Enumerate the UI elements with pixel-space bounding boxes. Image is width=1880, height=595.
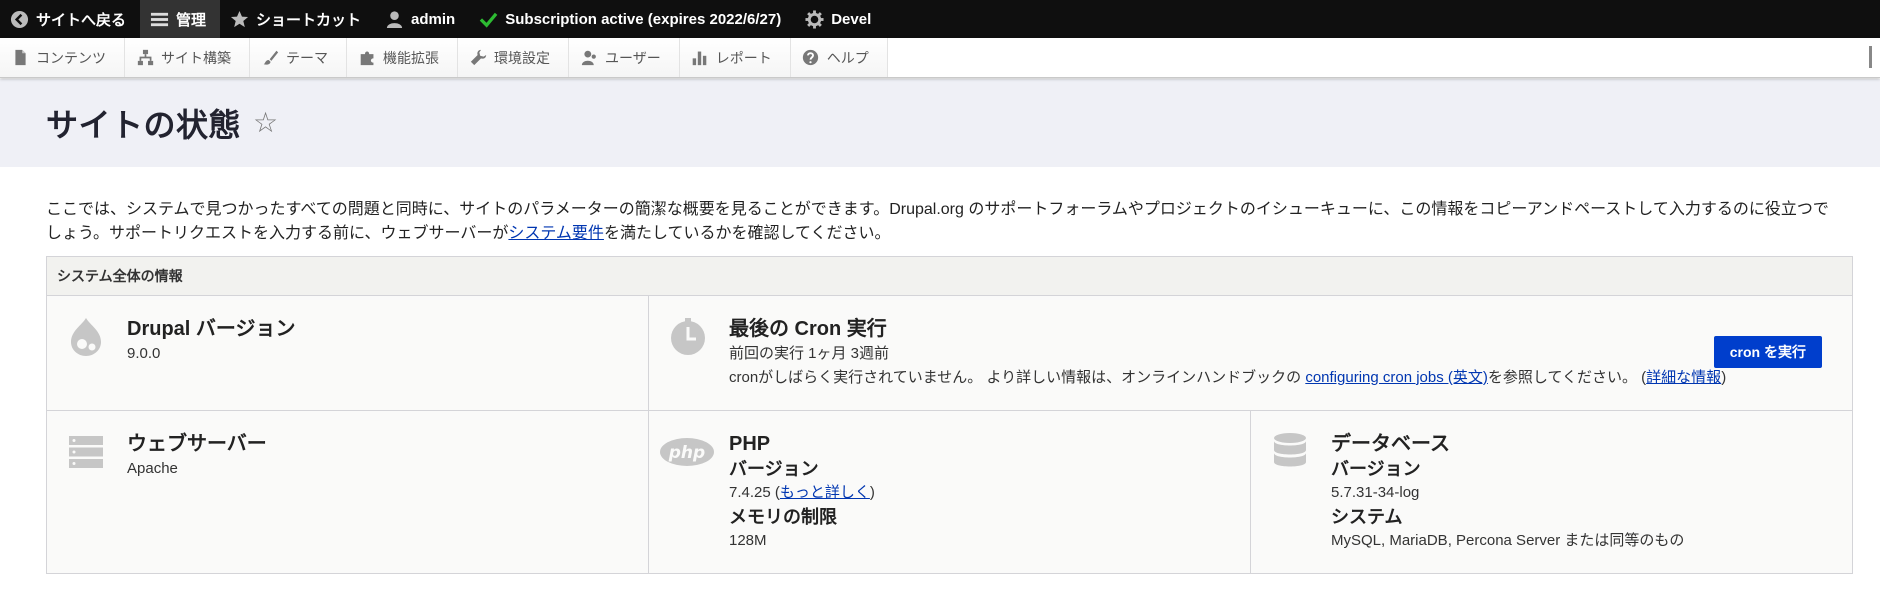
panel-title: システム全体の情報 — [47, 257, 1852, 296]
people-icon — [579, 48, 599, 68]
chevron-left-circle-icon — [8, 8, 30, 30]
info-row: Drupal バージョン 9.0.0 最後の Cron 実行 前回の実行 1ヶ月… — [47, 296, 1852, 411]
database-system-value: MySQL, MariaDB, Percona Server または同等のもの — [1331, 532, 1685, 549]
database-icon — [1269, 431, 1311, 473]
puzzle-icon — [357, 48, 377, 68]
main-content: ここでは、システムで見つかったすべての問題と同時に、サイトのパラメーターの簡潔な… — [0, 167, 1880, 574]
php-version-value: 7.4.25 (もっと詳しく) — [729, 481, 1230, 505]
tray-orientation-toggle[interactable] — [1869, 46, 1872, 68]
file-icon — [10, 48, 30, 68]
cron-item: 最後の Cron 実行 前回の実行 1ヶ月 3週前 cronがしばらく実行されて… — [648, 296, 1852, 410]
php-memory-label: メモリの制限 — [729, 507, 837, 527]
subscription-label: Subscription active (expires 2022/6/27) — [505, 10, 782, 28]
php-version-text: 7.4.25 ( — [729, 484, 780, 501]
tray-item-label: 機能拡張 — [383, 49, 439, 66]
bar-chart-icon — [690, 48, 710, 68]
php-item: php PHP バージョン 7.4.25 (もっと詳しく) メモリの制限 128… — [648, 411, 1250, 573]
sitemap-icon — [135, 48, 155, 68]
tray-item-reports[interactable]: レポート — [679, 38, 791, 77]
php-logo-icon: php — [659, 431, 715, 473]
server-icon — [65, 431, 107, 473]
general-info-panel: システム全体の情報 Drupal バージョン 9.0.0 最後の Cron 実行… — [46, 256, 1853, 574]
run-cron-button[interactable]: cron を実行 — [1713, 336, 1822, 368]
tray-item-label: コンテンツ — [36, 49, 106, 66]
cron-note-close: ) — [1721, 369, 1727, 386]
back-to-site-link[interactable]: サイトへ戻る — [0, 0, 140, 38]
php-heading: PHP — [729, 433, 771, 455]
help-icon — [801, 48, 821, 68]
shortcuts-tab[interactable]: ショートカット — [220, 0, 375, 38]
manage-tab[interactable]: 管理 — [140, 0, 221, 38]
tray-item-label: 環境設定 — [494, 49, 550, 66]
devel-tab[interactable]: Devel — [795, 0, 885, 38]
database-version-value: 5.7.31-34-log — [1331, 484, 1420, 501]
php-memory-value: 128M — [729, 532, 767, 549]
tray-item-extend[interactable]: 機能拡張 — [347, 38, 458, 77]
admin-tray: コンテンツ サイト構築 テーマ 機能拡張 環境設定 ユーザー レポート ヘルプ — [0, 38, 1880, 78]
paintbrush-icon — [260, 48, 280, 68]
page-header: サイトの状態 ☆ — [0, 79, 1880, 167]
database-item: データベース バージョン 5.7.31-34-log システム MySQL, M… — [1250, 411, 1852, 573]
manage-label: 管理 — [176, 11, 207, 29]
tray-item-content[interactable]: コンテンツ — [0, 38, 125, 77]
subscription-status-tab[interactable]: Subscription active (expires 2022/6/27) — [469, 0, 795, 38]
back-to-site-label: サイトへ戻る — [36, 11, 127, 29]
tray-item-label: ユーザー — [605, 49, 661, 66]
drupal-version-item: Drupal バージョン 9.0.0 — [47, 296, 648, 410]
gear-icon — [803, 8, 825, 30]
favorite-star-icon[interactable]: ☆ — [253, 109, 278, 137]
user-icon — [383, 8, 405, 30]
hamburger-icon — [148, 8, 170, 30]
tray-item-label: サイト構築 — [161, 49, 231, 66]
intro-text: ここでは、システムで見つかったすべての問題と同時に、サイトのパラメーターの簡潔な… — [46, 198, 1834, 246]
drupal-version-value: 9.0.0 — [127, 345, 161, 362]
page-title: サイトの状態 — [46, 107, 242, 143]
configuring-cron-link[interactable]: configuring cron jobs (英文) — [1305, 369, 1488, 386]
cron-last-run: 前回の実行 1ヶ月 3週前 — [729, 345, 890, 362]
cron-note-before: cronがしばらく実行されていません。 より詳しい情報は、オンラインハンドブック… — [729, 369, 1306, 386]
webserver-item: ウェブサーバー Apache — [47, 411, 648, 573]
cron-note: cronがしばらく実行されていません。 より詳しい情報は、オンラインハンドブック… — [729, 366, 1832, 390]
webserver-value: Apache — [127, 460, 178, 477]
webserver-heading: ウェブサーバー — [127, 433, 267, 455]
cron-heading: 最後の Cron 実行 — [729, 318, 887, 340]
database-system-label: システム — [1331, 507, 1403, 527]
tray-item-config[interactable]: 環境設定 — [458, 38, 569, 77]
tray-item-help[interactable]: ヘルプ — [790, 38, 888, 77]
tray-item-structure[interactable]: サイト構築 — [125, 38, 250, 77]
drupal-version-heading: Drupal バージョン — [127, 318, 296, 340]
devel-label: Devel — [831, 10, 872, 28]
user-label: admin — [411, 10, 456, 28]
drupal-drop-icon — [65, 316, 107, 358]
tray-item-label: レポート — [715, 49, 772, 66]
intro-text-after: を満たしているかを確認してください。 — [603, 225, 891, 242]
tray-item-label: テーマ — [286, 49, 328, 66]
database-version-label: バージョン — [1331, 459, 1421, 479]
cron-note-after: を参照してください。 ( — [1487, 369, 1647, 386]
admin-toolbar: サイトへ戻る 管理 ショートカット admin Subscription act… — [0, 0, 1880, 38]
php-version-label: バージョン — [729, 459, 819, 479]
wrench-icon — [468, 48, 488, 68]
shortcuts-label: ショートカット — [256, 11, 362, 29]
user-tab[interactable]: admin — [375, 0, 469, 38]
checkmark-icon — [477, 8, 499, 30]
star-icon — [228, 8, 250, 30]
php-logo-text: php — [668, 443, 705, 463]
system-requirements-link[interactable]: システム要件 — [508, 225, 604, 242]
database-heading: データベース — [1331, 433, 1450, 455]
tray-item-appearance[interactable]: テーマ — [250, 38, 347, 77]
tray-item-label: ヘルプ — [826, 49, 869, 66]
cron-more-info-link[interactable]: 詳細な情報 — [1646, 369, 1721, 386]
php-more-info-link[interactable]: もっと詳しく — [780, 484, 870, 501]
info-row: ウェブサーバー Apache php PHP バージョン 7.4.25 (もっと… — [47, 411, 1852, 573]
clock-icon — [667, 316, 709, 358]
intro-text-before: ここでは、システムで見つかったすべての問題と同時に、サイトのパラメーターの簡潔な… — [46, 201, 1829, 242]
tray-item-people[interactable]: ユーザー — [569, 38, 680, 77]
php-version-close: ) — [869, 484, 875, 501]
